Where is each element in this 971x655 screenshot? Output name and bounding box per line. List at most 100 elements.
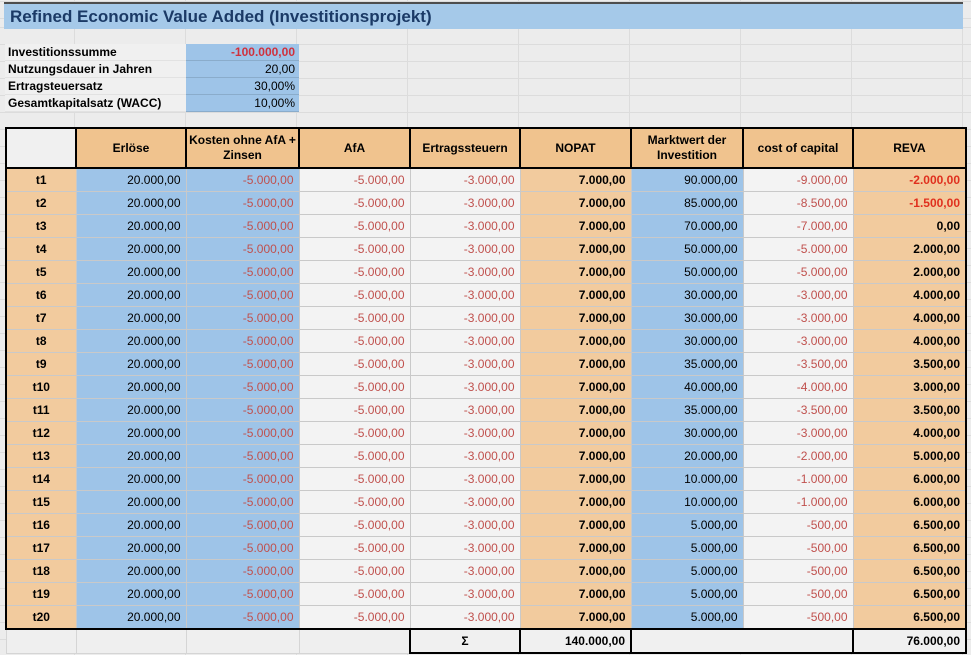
cell-steuern[interactable]: -3.000,00 [410, 238, 520, 261]
cell-steuern[interactable]: -3.000,00 [410, 468, 520, 491]
parameter-value[interactable]: 20,00 [186, 61, 299, 78]
column-header-reva[interactable]: REVA [853, 128, 966, 168]
cell-afa[interactable]: -5.000,00 [299, 560, 410, 583]
cell-reva[interactable]: 3.000,00 [853, 376, 966, 399]
cell-marktwert[interactable]: 50.000,00 [631, 238, 743, 261]
cell-steuern[interactable]: -3.000,00 [410, 606, 520, 630]
cell-steuern[interactable]: -3.000,00 [410, 399, 520, 422]
cell-cost-of-capital[interactable]: -3.500,00 [743, 353, 853, 376]
cell-marktwert[interactable]: 85.000,00 [631, 192, 743, 215]
cell-reva[interactable]: 4.000,00 [853, 422, 966, 445]
sum-nopat[interactable]: 140.000,00 [520, 629, 631, 653]
cell-erloese[interactable]: 20.000,00 [76, 560, 186, 583]
row-label[interactable]: t4 [6, 238, 76, 261]
cell-erloese[interactable]: 20.000,00 [76, 399, 186, 422]
cell-nopat[interactable]: 7.000,00 [520, 330, 631, 353]
column-header-marktwert-der-investition[interactable]: Marktwert der Investition [631, 128, 743, 168]
row-label[interactable]: t6 [6, 284, 76, 307]
cell-reva[interactable]: 6.000,00 [853, 491, 966, 514]
cell-reva[interactable]: 6.000,00 [853, 468, 966, 491]
cell-marktwert[interactable]: 10.000,00 [631, 491, 743, 514]
cell-cost-of-capital[interactable]: -9.000,00 [743, 168, 853, 192]
cell-erloese[interactable]: 20.000,00 [76, 583, 186, 606]
cell-kosten[interactable]: -5.000,00 [186, 284, 299, 307]
cell-erloese[interactable]: 20.000,00 [76, 192, 186, 215]
cell-kosten[interactable]: -5.000,00 [186, 537, 299, 560]
cell-kosten[interactable]: -5.000,00 [186, 261, 299, 284]
cell-nopat[interactable]: 7.000,00 [520, 215, 631, 238]
cell-nopat[interactable]: 7.000,00 [520, 353, 631, 376]
cell-erloese[interactable]: 20.000,00 [76, 353, 186, 376]
row-label[interactable]: t7 [6, 307, 76, 330]
cell-nopat[interactable]: 7.000,00 [520, 261, 631, 284]
cell-kosten[interactable]: -5.000,00 [186, 514, 299, 537]
cell-cost-of-capital[interactable]: -500,00 [743, 583, 853, 606]
parameter-value[interactable]: 30,00% [186, 78, 299, 95]
cell-afa[interactable]: -5.000,00 [299, 445, 410, 468]
cell-afa[interactable]: -5.000,00 [299, 583, 410, 606]
cell-kosten[interactable]: -5.000,00 [186, 238, 299, 261]
cell-afa[interactable]: -5.000,00 [299, 330, 410, 353]
cell-erloese[interactable]: 20.000,00 [76, 606, 186, 630]
cell-afa[interactable]: -5.000,00 [299, 168, 410, 192]
sum-row-spacer[interactable] [299, 629, 410, 653]
column-header-erloese[interactable]: Erlöse [76, 128, 186, 168]
cell-cost-of-capital[interactable]: -1.000,00 [743, 491, 853, 514]
cell-steuern[interactable]: -3.000,00 [410, 422, 520, 445]
cell-erloese[interactable]: 20.000,00 [76, 284, 186, 307]
cell-marktwert[interactable]: 70.000,00 [631, 215, 743, 238]
cell-erloese[interactable]: 20.000,00 [76, 422, 186, 445]
cell-afa[interactable]: -5.000,00 [299, 192, 410, 215]
cell-cost-of-capital[interactable]: -1.000,00 [743, 468, 853, 491]
row-label[interactable]: t15 [6, 491, 76, 514]
cell-marktwert[interactable]: 30.000,00 [631, 307, 743, 330]
cell-marktwert[interactable]: 5.000,00 [631, 514, 743, 537]
cell-steuern[interactable]: -3.000,00 [410, 261, 520, 284]
cell-marktwert[interactable]: 40.000,00 [631, 376, 743, 399]
cell-kosten[interactable]: -5.000,00 [186, 192, 299, 215]
cell-cost-of-capital[interactable]: -5.000,00 [743, 238, 853, 261]
parameter-label[interactable]: Ertragsteuersatz [5, 78, 186, 95]
cell-reva[interactable]: 3.500,00 [853, 399, 966, 422]
cell-kosten[interactable]: -5.000,00 [186, 606, 299, 630]
cell-kosten[interactable]: -5.000,00 [186, 376, 299, 399]
row-label[interactable]: t10 [6, 376, 76, 399]
column-header-blank[interactable] [6, 128, 76, 168]
cell-reva[interactable]: 2.000,00 [853, 261, 966, 284]
cell-nopat[interactable]: 7.000,00 [520, 537, 631, 560]
cell-steuern[interactable]: -3.000,00 [410, 192, 520, 215]
cell-afa[interactable]: -5.000,00 [299, 537, 410, 560]
cell-cost-of-capital[interactable]: -3.000,00 [743, 307, 853, 330]
cell-cost-of-capital[interactable]: -8.500,00 [743, 192, 853, 215]
cell-kosten[interactable]: -5.000,00 [186, 445, 299, 468]
cell-steuern[interactable]: -3.000,00 [410, 537, 520, 560]
page-title[interactable]: Refined Economic Value Added (Investitio… [4, 2, 963, 29]
cell-erloese[interactable]: 20.000,00 [76, 168, 186, 192]
cell-cost-of-capital[interactable]: -500,00 [743, 606, 853, 630]
cell-afa[interactable]: -5.000,00 [299, 353, 410, 376]
cell-cost-of-capital[interactable]: -3.000,00 [743, 422, 853, 445]
cell-nopat[interactable]: 7.000,00 [520, 284, 631, 307]
row-label[interactable]: t14 [6, 468, 76, 491]
cell-nopat[interactable]: 7.000,00 [520, 445, 631, 468]
cell-kosten[interactable]: -5.000,00 [186, 399, 299, 422]
cell-kosten[interactable]: -5.000,00 [186, 583, 299, 606]
cell-afa[interactable]: -5.000,00 [299, 238, 410, 261]
cell-cost-of-capital[interactable]: -500,00 [743, 537, 853, 560]
cell-cost-of-capital[interactable]: -3.000,00 [743, 330, 853, 353]
cell-marktwert[interactable]: 5.000,00 [631, 537, 743, 560]
cell-nopat[interactable]: 7.000,00 [520, 376, 631, 399]
row-label[interactable]: t2 [6, 192, 76, 215]
cell-nopat[interactable]: 7.000,00 [520, 238, 631, 261]
cell-afa[interactable]: -5.000,00 [299, 606, 410, 630]
cell-reva[interactable]: 6.500,00 [853, 583, 966, 606]
row-label[interactable]: t17 [6, 537, 76, 560]
column-header-afa[interactable]: AfA [299, 128, 410, 168]
cell-reva[interactable]: 5.000,00 [853, 445, 966, 468]
cell-nopat[interactable]: 7.000,00 [520, 514, 631, 537]
sum-row-spacer[interactable] [6, 629, 76, 653]
cell-afa[interactable]: -5.000,00 [299, 399, 410, 422]
cell-marktwert[interactable]: 50.000,00 [631, 261, 743, 284]
row-label[interactable]: t12 [6, 422, 76, 445]
cell-nopat[interactable]: 7.000,00 [520, 168, 631, 192]
